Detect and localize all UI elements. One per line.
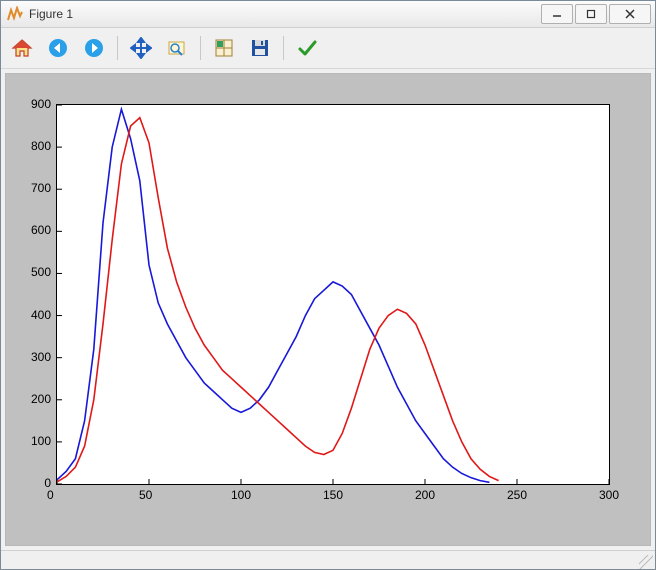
home-icon [11,37,33,59]
toolbar-separator [200,36,201,60]
toolbar-subplots-button[interactable] [209,33,239,63]
arrow-right-icon [83,37,105,59]
maximize-button[interactable] [575,4,607,24]
check-icon [296,37,318,59]
toolbar [1,28,655,69]
toolbar-pan-button[interactable] [126,33,156,63]
toolbar-back-button[interactable] [43,33,73,63]
move-icon [130,37,152,59]
toolbar-check-button[interactable] [292,33,322,63]
ytick-label: 900 [31,97,51,111]
toolbar-separator [283,36,284,60]
toolbar-zoom-button[interactable] [162,33,192,63]
axes [56,104,610,485]
plot-lines [57,105,609,484]
ytick-label: 600 [31,223,51,237]
ytick-label: 100 [31,434,51,448]
series-red [57,118,499,482]
figure-window: Figure 1 [0,0,656,570]
zoom-rect-icon [166,37,188,59]
resize-grip-icon[interactable] [639,555,653,569]
titlebar[interactable]: Figure 1 [1,1,655,28]
xtick-label: 300 [599,488,619,502]
toolbar-save-button[interactable] [245,33,275,63]
window-controls [541,4,651,24]
xtick-label: 100 [231,488,251,502]
xtick-label: 50 [139,488,152,502]
figure-canvas[interactable]: 0100200300400500600700800900050100150200… [5,73,651,546]
statusbar [1,550,655,569]
ytick-label: 500 [31,265,51,279]
close-button[interactable] [609,4,651,24]
app-icon [7,6,23,22]
floppy-icon [249,37,271,59]
xtick-label: 0 [47,488,54,502]
xtick-label: 200 [415,488,435,502]
xtick-label: 150 [323,488,343,502]
toolbar-home-button[interactable] [7,33,37,63]
xtick-label: 250 [507,488,527,502]
ytick-label: 800 [31,139,51,153]
ytick-label: 300 [31,350,51,364]
subplots-icon [213,37,235,59]
toolbar-forward-button[interactable] [79,33,109,63]
toolbar-separator [117,36,118,60]
ytick-label: 400 [31,308,51,322]
ytick-label: 200 [31,392,51,406]
ytick-label: 700 [31,181,51,195]
window-title: Figure 1 [29,7,541,21]
minimize-button[interactable] [541,4,573,24]
arrow-left-icon [47,37,69,59]
